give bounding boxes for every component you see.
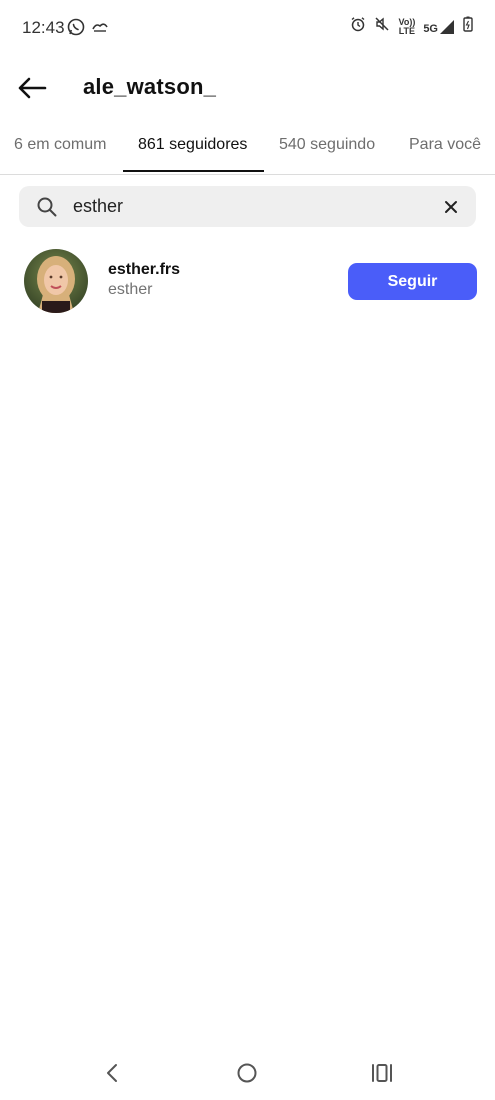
tab-bar: 6 em comum 861 seguidores 540 seguindo P… (0, 120, 495, 175)
follow-button[interactable]: Seguir (348, 263, 477, 300)
back-arrow-icon (16, 77, 48, 106)
system-nav-bar (0, 1052, 495, 1092)
status-time: 12:43 (22, 18, 65, 37)
page-title: ale_watson_ (83, 74, 217, 99)
notification-icon (91, 20, 109, 39)
alarm-icon (350, 16, 366, 37)
close-icon (440, 201, 462, 222)
clear-search-button[interactable] (440, 196, 462, 218)
battery-icon (463, 16, 473, 37)
volte-icon: Vo)) LTE (398, 17, 416, 36)
avatar[interactable] (24, 249, 88, 313)
back-button[interactable] (16, 74, 48, 102)
back-nav-icon[interactable] (100, 1060, 126, 1086)
tab-em-comum[interactable]: 6 em comum (14, 136, 106, 154)
whatsapp-icon (67, 18, 85, 41)
tab-seguidores[interactable]: 861 seguidores (138, 136, 247, 154)
tab-seguindo[interactable]: 540 seguindo (279, 136, 375, 154)
profile-header: ale_watson_ (0, 62, 495, 114)
volte-label-bottom: LTE (398, 25, 416, 36)
network-type: 5G (423, 22, 438, 35)
follower-username: esther.frs (108, 261, 181, 278)
home-nav-icon[interactable] (234, 1060, 260, 1086)
follower-row[interactable]: esther.frs esther Seguir (0, 248, 495, 316)
search-value: esther (73, 196, 124, 216)
status-bar: 12:43 Vo)) LTE 5G (0, 0, 495, 58)
active-tab-indicator (123, 170, 264, 172)
search-input[interactable]: esther (19, 186, 476, 227)
tab-para-voce[interactable]: Para você (409, 136, 481, 154)
follower-full-name: esther (108, 281, 153, 298)
recents-nav-icon[interactable] (369, 1060, 395, 1086)
5g-signal-icon: 5G (423, 19, 455, 35)
mute-icon (374, 16, 390, 37)
search-icon (36, 196, 58, 218)
